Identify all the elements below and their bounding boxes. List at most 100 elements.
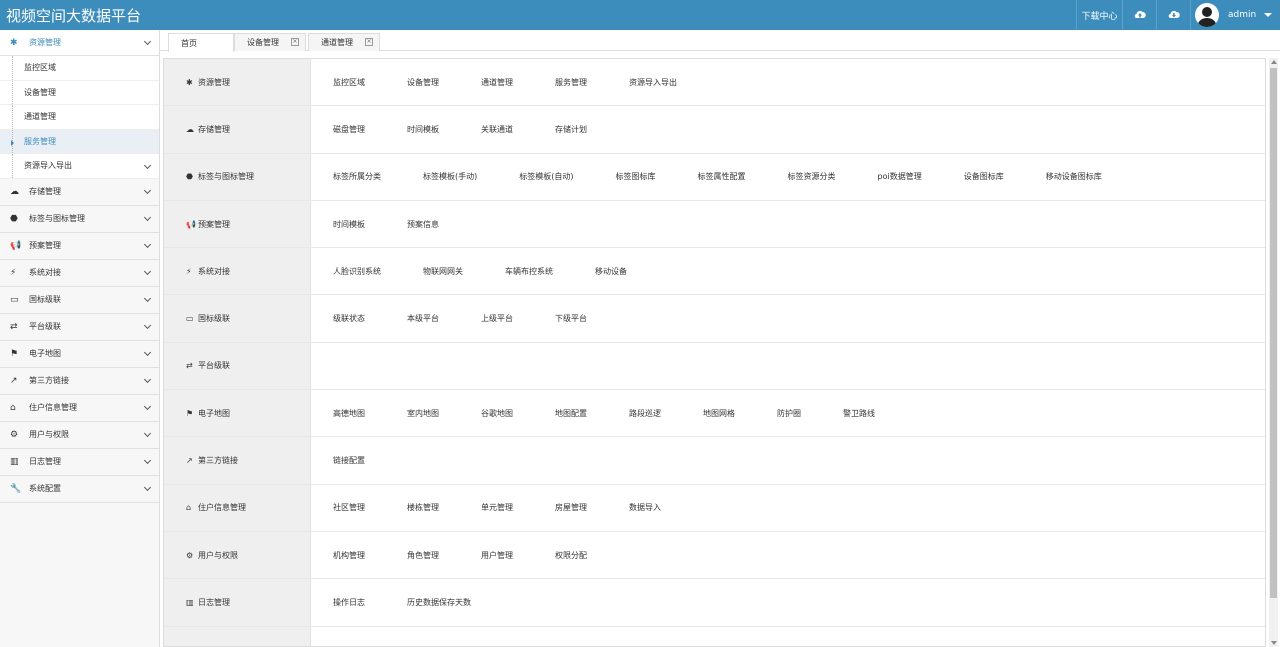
section-link[interactable]: 级联状态	[333, 313, 365, 324]
section-link[interactable]: 历史数据保存天数	[407, 597, 471, 608]
section-link[interactable]: 谷歌地图	[481, 408, 513, 419]
section-link[interactable]: 车辆布控系统	[505, 266, 553, 277]
sidebar-item[interactable]: ✱ 资源管理	[0, 30, 159, 56]
section-link[interactable]: 机构管理	[333, 550, 365, 561]
close-icon[interactable]: ×	[291, 38, 299, 46]
submenu-item[interactable]: 服务管理	[0, 129, 159, 154]
section-link[interactable]: 警卫路线	[843, 408, 875, 419]
cloud-download-icon[interactable]	[1156, 0, 1190, 30]
section-link[interactable]: 资源导入导出	[629, 77, 677, 88]
section-icon: 📢	[186, 219, 196, 229]
submenu-item[interactable]: 设备管理	[0, 80, 159, 105]
section-link[interactable]: 数据导入	[629, 502, 661, 513]
section-link[interactable]: 人脸识别系统	[333, 266, 381, 277]
section-link[interactable]: 设备图标库	[964, 171, 1004, 182]
scrollbar[interactable]	[1269, 58, 1278, 647]
tab-label: 设备管理	[247, 38, 279, 47]
sidebar-item[interactable]: ▭ 国标级联	[0, 287, 159, 314]
menu-icon: ▥	[10, 456, 19, 467]
menu-icon: 🔧	[10, 483, 22, 494]
tab[interactable]: 设备管理 ×	[234, 33, 306, 51]
tab-label: 通道管理	[321, 38, 353, 47]
section-row: ☁ 存储管理 磁盘管理 时间模板 关联通道 存储计划	[164, 106, 1265, 154]
section-link[interactable]: 路段巡逻	[629, 408, 661, 419]
section-link[interactable]: 通道管理	[481, 77, 513, 88]
section-link[interactable]: poi数据管理	[878, 171, 922, 182]
close-icon[interactable]: ×	[365, 38, 373, 46]
section-link[interactable]: 角色管理	[407, 550, 439, 561]
sidebar-item[interactable]: ⌂ 住户信息管理	[0, 395, 159, 422]
section-link[interactable]: 时间模板	[407, 124, 439, 135]
section-link[interactable]: 存储计划	[555, 124, 587, 135]
section-link[interactable]: 室内地图	[407, 408, 439, 419]
section-link[interactable]: 链接配置	[333, 455, 365, 466]
section-link[interactable]: 上级平台	[481, 313, 513, 324]
sidebar-item[interactable]: ⚙ 用户与权限	[0, 422, 159, 449]
submenu-item[interactable]: 监控区域	[0, 56, 159, 81]
section-link[interactable]: 标签图标库	[616, 171, 656, 182]
section-title: 第三方链接	[198, 456, 238, 466]
section-link[interactable]: 标签所属分类	[333, 171, 381, 182]
menu-icon: ⇄	[10, 321, 18, 332]
scroll-up-icon[interactable]	[1271, 60, 1277, 64]
section-link[interactable]: 监控区域	[333, 77, 365, 88]
section-link[interactable]: 设备管理	[407, 77, 439, 88]
sidebar-item[interactable]: 📢 预案管理	[0, 233, 159, 260]
download-center-button[interactable]: 下载中心	[1076, 0, 1122, 30]
app-title: 视频空间大数据平台	[6, 7, 142, 25]
section-link[interactable]: 单元管理	[481, 502, 513, 513]
section-link[interactable]: 下级平台	[555, 313, 587, 324]
section-links	[311, 627, 1265, 646]
section-link[interactable]: 物联网网关	[423, 266, 463, 277]
section-link[interactable]: 高德地图	[333, 408, 365, 419]
section-link[interactable]: 地图配置	[555, 408, 587, 419]
menu-icon: ⬣	[10, 213, 18, 224]
section-link[interactable]: 标签属性配置	[698, 171, 746, 182]
section-link[interactable]: 用户管理	[481, 550, 513, 561]
section-row: ▥ 日志管理 操作日志 历史数据保存天数	[164, 579, 1265, 627]
section-link[interactable]: 服务管理	[555, 77, 587, 88]
sidebar-item[interactable]: ⇄ 平台级联	[0, 314, 159, 341]
scroll-thumb[interactable]	[1270, 68, 1277, 598]
section-link[interactable]: 标签模板(手动)	[423, 171, 477, 182]
section-link[interactable]: 操作日志	[333, 597, 365, 608]
section-link[interactable]: 社区管理	[333, 502, 365, 513]
sidebar-item[interactable]: ▥ 日志管理	[0, 449, 159, 476]
section-links: 磁盘管理 时间模板 关联通道 存储计划	[311, 106, 1265, 152]
section-link[interactable]: 房屋管理	[555, 502, 587, 513]
tab[interactable]: 首页	[168, 33, 234, 52]
chevron-down-icon	[143, 402, 152, 410]
section-link[interactable]: 移动设备图标库	[1046, 171, 1102, 182]
cloud-upload-icon[interactable]	[1122, 0, 1156, 30]
section-link[interactable]: 标签资源分类	[788, 171, 836, 182]
sidebar-item-label: 用户与权限	[29, 430, 69, 439]
tab[interactable]: 通道管理 ×	[308, 33, 380, 51]
scroll-down-icon[interactable]	[1271, 641, 1277, 645]
section-link[interactable]: 地图网格	[703, 408, 735, 419]
sidebar-item-label: 资源管理	[29, 38, 61, 47]
section-link[interactable]: 标签模板(自动)	[519, 171, 573, 182]
sidebar: ✱ 资源管理 监控区域 设备管理 通道管理 服务管理 资源导入导出 ☁ 存储管理 ⬣ 标签与图标管理…	[0, 30, 160, 647]
section-link[interactable]: 防护圈	[777, 408, 801, 419]
user-menu[interactable]: admin	[1190, 0, 1280, 30]
section-link[interactable]: 权限分配	[555, 550, 587, 561]
section-link[interactable]: 时间模板	[333, 219, 365, 230]
sidebar-item[interactable]: ⚡ 系统对接	[0, 260, 159, 287]
sidebar-item-label: 第三方链接	[29, 376, 69, 385]
section-link[interactable]: 磁盘管理	[333, 124, 365, 135]
sidebar-item[interactable]: ☁ 存储管理	[0, 179, 159, 206]
section-icon: ↗	[186, 456, 193, 466]
section-link[interactable]: 预案信息	[407, 219, 439, 230]
section-link[interactable]: 移动设备	[595, 266, 627, 277]
section-link[interactable]: 楼栋管理	[407, 502, 439, 513]
section-title: 国标级联	[198, 314, 230, 324]
sidebar-item[interactable]: ⬣ 标签与图标管理	[0, 206, 159, 233]
section-link[interactable]: 关联通道	[481, 124, 513, 135]
sidebar-item[interactable]: ↗ 第三方链接	[0, 368, 159, 395]
section-link[interactable]: 本级平台	[407, 313, 439, 324]
submenu-item[interactable]: 通道管理	[0, 105, 159, 130]
submenu-item[interactable]: 资源导入导出	[0, 154, 159, 179]
sidebar-item[interactable]: ⚑ 电子地图	[0, 341, 159, 368]
sidebar-item[interactable]: 🔧 系统配置	[0, 476, 159, 503]
chevron-down-icon	[143, 294, 152, 302]
